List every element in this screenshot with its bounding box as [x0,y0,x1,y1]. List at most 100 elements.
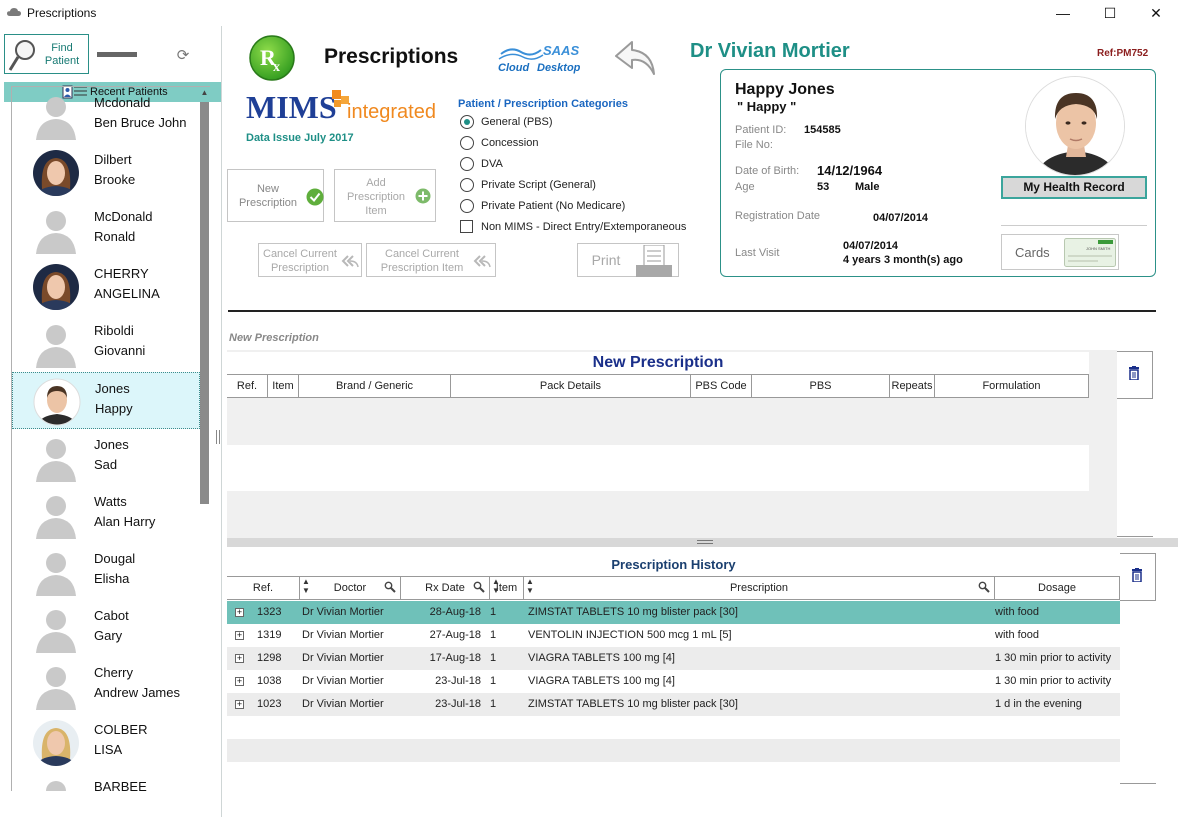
refresh-icon[interactable]: ⟳ [174,46,192,64]
category-option[interactable]: Private Patient (No Medicare) [460,198,660,214]
patient-list-item[interactable]: Jones Happy [12,372,200,429]
prescription-history-header: Ref. Doctor ▲ ▼ Rx Date Item ▲ ▼ Prescription ▲ ▼ D… [227,576,1120,600]
column-header[interactable]: Formulation [935,375,1089,397]
patient-surname: CHERRY [94,266,149,281]
patient-list-item[interactable]: COLBER LISA [12,714,200,771]
scroll-up-icon[interactable]: ▲ [199,88,210,97]
column-header[interactable]: Ref. [227,375,268,397]
column-header[interactable]: PBS [752,375,890,397]
category-option[interactable]: Concession [460,135,660,151]
history-row[interactable]: +1023 Dr Vivian Mortier 23-Jul-18 1 ZIMSTAT … [227,693,1120,716]
patient-list-item[interactable]: CHERRY ANGELINA [12,258,200,315]
column-header[interactable]: Item [268,375,299,397]
history-doctor: Dr Vivian Mortier [302,698,384,710]
history-column-header[interactable]: Doctor ▲ ▼ [300,577,401,599]
history-column-header[interactable]: Prescription ▲ ▼ [524,577,995,599]
patient-given-name: Gary [94,628,123,643]
new-prescription-empty-row[interactable] [227,445,1089,491]
add-prescription-item-button[interactable]: Add Prescription Item [334,169,436,222]
maximize-button[interactable]: ☐ [1087,0,1133,26]
column-search-icon[interactable] [473,581,485,593]
patient-list-item[interactable]: Jones Sad [12,429,200,486]
history-column-header[interactable]: Ref. [227,577,300,599]
my-health-record-button[interactable]: My Health Record [1001,176,1147,199]
find-patient-button[interactable]: Find Patient [4,34,89,74]
sort-icon[interactable]: ▲ ▼ [526,577,534,595]
minimize-button[interactable]: — [1040,0,1086,26]
history-doctor: Dr Vivian Mortier [302,606,384,618]
non-mims-checkbox-row[interactable]: Non MIMS - Direct Entry/Extemporaneous [460,219,690,235]
mims-text: MIMS [246,89,337,124]
avatar [33,378,81,426]
cards-button[interactable]: Cards JOHN SMITH [1001,234,1119,270]
delete-icon[interactable] [1128,366,1140,380]
scroll-thumb[interactable] [200,102,209,504]
avatar [32,149,80,197]
history-row[interactable]: +1298 Dr Vivian Mortier 17-Aug-18 1 VIAGRA T… [227,647,1120,670]
column-search-icon[interactable] [384,581,396,593]
category-option[interactable]: General (PBS) [460,114,660,130]
medicare-card-icon: JOHN SMITH [1064,238,1116,267]
column-header[interactable]: Repeats [890,375,935,397]
expand-icon[interactable]: + [235,654,244,663]
patient-list-item[interactable]: Cherry Andrew James [12,657,200,714]
cancel-prescription-button[interactable]: Cancel Current Prescription [258,243,362,277]
history-column-header[interactable]: Rx Date [401,577,490,599]
column-search-icon[interactable] [978,581,990,593]
category-radio[interactable] [460,199,474,213]
category-option[interactable]: Private Script (General) [460,177,660,193]
sort-icon[interactable]: ▲ ▼ [492,577,500,595]
patient-list-scrollbar[interactable]: ▲ [199,86,210,506]
grid-splitter[interactable] [227,538,1178,547]
dob-value: 14/12/1964 [817,163,883,178]
category-radio[interactable] [460,178,474,192]
category-radio[interactable] [460,136,474,150]
category-option[interactable]: DVA [460,156,660,172]
back-arrow-icon[interactable] [612,38,660,78]
expand-icon[interactable]: + [235,608,244,617]
history-row[interactable]: +1323 Dr Vivian Mortier 28-Aug-18 1 ZIMSTAT … [227,601,1120,624]
sidebar-splitter[interactable] [216,430,220,444]
history-column-header[interactable]: Item ▲ ▼ [490,577,524,599]
history-column-header[interactable]: Dosage [995,577,1120,599]
history-date: 27-Aug-18 [429,629,481,641]
history-item: 1 [490,629,497,641]
print-button[interactable]: Print [577,243,679,277]
column-header[interactable]: Pack Details [451,375,691,397]
patient-list-item[interactable]: Dougal Elisha [12,543,200,600]
patient-list-item[interactable]: McDonald Ronald [12,201,200,258]
patient-given-name: Giovanni [94,343,146,358]
patient-list-item[interactable]: BARBEE [12,771,200,791]
patient-card: Happy Jones " Happy " Patient ID: 154585… [720,69,1156,277]
find-label-line2: Patient [44,55,80,67]
patient-surname: Dougal [94,551,136,566]
expand-icon[interactable]: + [235,700,244,709]
cancel-prescription-item-button[interactable]: Cancel Current Prescription Item [366,243,496,277]
sex-value: Male [855,181,880,193]
expand-icon[interactable]: + [235,677,244,686]
splitter-grip-icon[interactable] [697,540,713,544]
column-header[interactable]: PBS Code [691,375,752,397]
delete-icon[interactable] [1131,568,1143,582]
column-header[interactable]: Brand / Generic [299,375,451,397]
patient-list-item[interactable]: Mcdonald Ben Bruce John [12,87,200,144]
patient-list-item[interactable]: Riboldi Giovanni [12,315,200,372]
history-row[interactable]: +1319 Dr Vivian Mortier 27-Aug-18 1 VENTOLIN… [227,624,1120,647]
patient-list-item[interactable]: Watts Alan Harry [12,486,200,543]
last-visit-date: 04/07/2014 [843,240,899,252]
age-value: 53 [817,181,830,193]
history-row[interactable]: +1038 Dr Vivian Mortier 23-Jul-18 1 VIAGRA T… [227,670,1120,693]
patient-given-name: Andrew James [94,685,180,700]
expand-icon[interactable]: + [235,631,244,640]
non-mims-checkbox[interactable] [460,220,473,233]
category-radio[interactable] [460,115,474,129]
patient-list-item[interactable]: Dilbert Brooke [12,144,200,201]
history-empty-row[interactable] [227,739,1120,762]
collapse-handle[interactable] [97,52,137,57]
sort-icon[interactable]: ▲ ▼ [302,577,310,595]
new-prescription-button[interactable]: New Prescription [227,169,324,222]
close-button[interactable]: ✕ [1133,0,1178,26]
category-radio[interactable] [460,157,474,171]
rx-logo-icon: R x [249,35,295,81]
patient-list-item[interactable]: Cabot Gary [12,600,200,657]
